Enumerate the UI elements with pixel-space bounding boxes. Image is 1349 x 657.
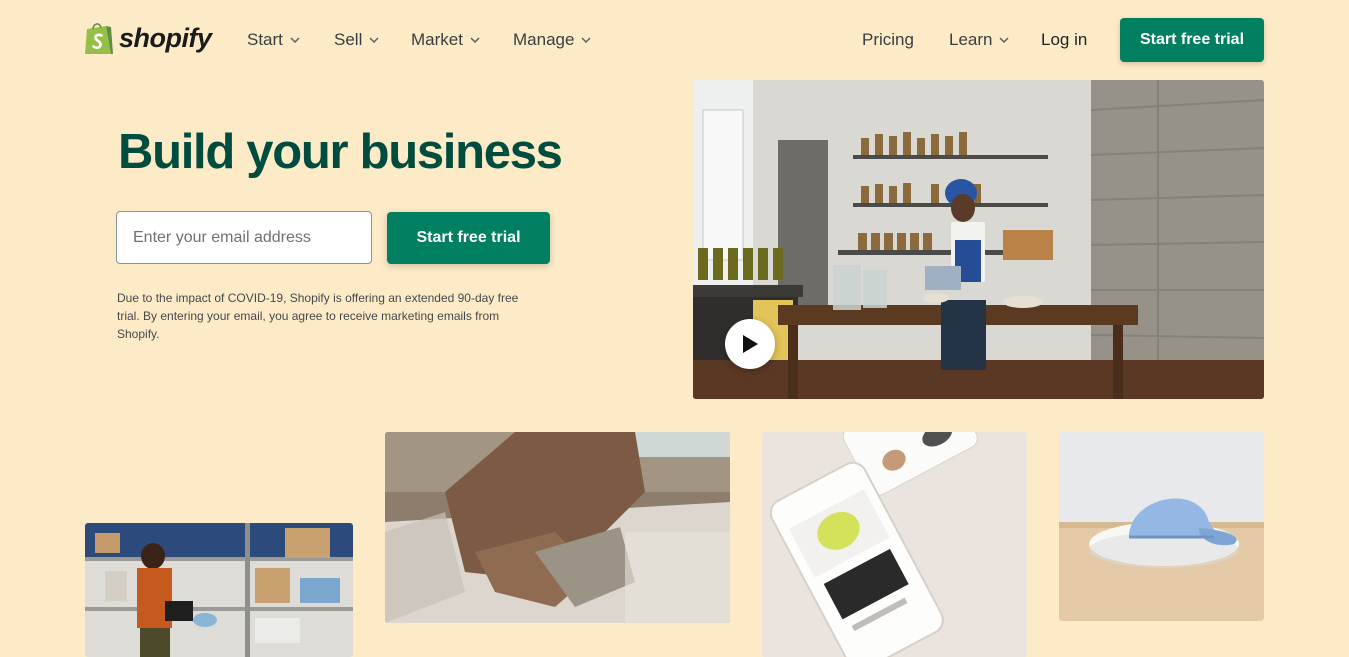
- shopify-logo[interactable]: shopify: [84, 21, 212, 56]
- nav-start[interactable]: Start: [247, 29, 300, 51]
- hero-title: Build your business: [118, 125, 563, 179]
- workshop-photo: [693, 80, 1264, 399]
- craft-photo: [385, 432, 730, 623]
- phone-mockup-image: [762, 432, 1027, 657]
- sanding-image: [385, 432, 730, 623]
- cap-product-photo: [1059, 432, 1264, 621]
- warehouse-photo: [85, 523, 353, 657]
- nav-market-label: Market: [411, 30, 463, 49]
- nav-market[interactable]: Market: [411, 29, 480, 51]
- nav-sell-label: Sell: [334, 30, 363, 49]
- nav-sell[interactable]: Sell: [334, 29, 379, 51]
- hero-start-trial-button[interactable]: Start free trial: [387, 212, 550, 264]
- nav-learn-label: Learn: [949, 30, 993, 49]
- nav-start-label: Start: [247, 30, 283, 49]
- nav-pricing-label: Pricing: [862, 30, 914, 49]
- nav-pricing[interactable]: Pricing: [862, 29, 914, 51]
- chevron-down-icon: [470, 37, 480, 43]
- chevron-down-icon: [999, 37, 1010, 43]
- chevron-down-icon: [290, 37, 300, 43]
- blue-cap-image: [1059, 432, 1264, 621]
- chevron-down-icon: [581, 37, 591, 43]
- nav-login-label: Log in: [1041, 30, 1088, 49]
- hero-video-thumbnail[interactable]: [693, 80, 1264, 399]
- mobile-store-photo: [762, 432, 1027, 657]
- nav-login[interactable]: Log in: [1041, 29, 1087, 51]
- nav-manage[interactable]: Manage: [513, 29, 591, 51]
- nav-manage-label: Manage: [513, 30, 575, 49]
- header-start-trial-button[interactable]: Start free trial: [1120, 18, 1264, 62]
- warehouse-image: [85, 523, 353, 657]
- brand-wordmark: shopify: [119, 23, 212, 53]
- nav-learn[interactable]: Learn: [949, 29, 1010, 51]
- covid-disclaimer: Due to the impact of COVID-19, Shopify i…: [117, 291, 519, 341]
- chevron-down-icon: [369, 37, 379, 43]
- email-input[interactable]: [116, 211, 372, 264]
- shopify-bag-icon: [85, 23, 113, 54]
- play-icon: [743, 335, 758, 353]
- play-video-button[interactable]: [725, 319, 775, 369]
